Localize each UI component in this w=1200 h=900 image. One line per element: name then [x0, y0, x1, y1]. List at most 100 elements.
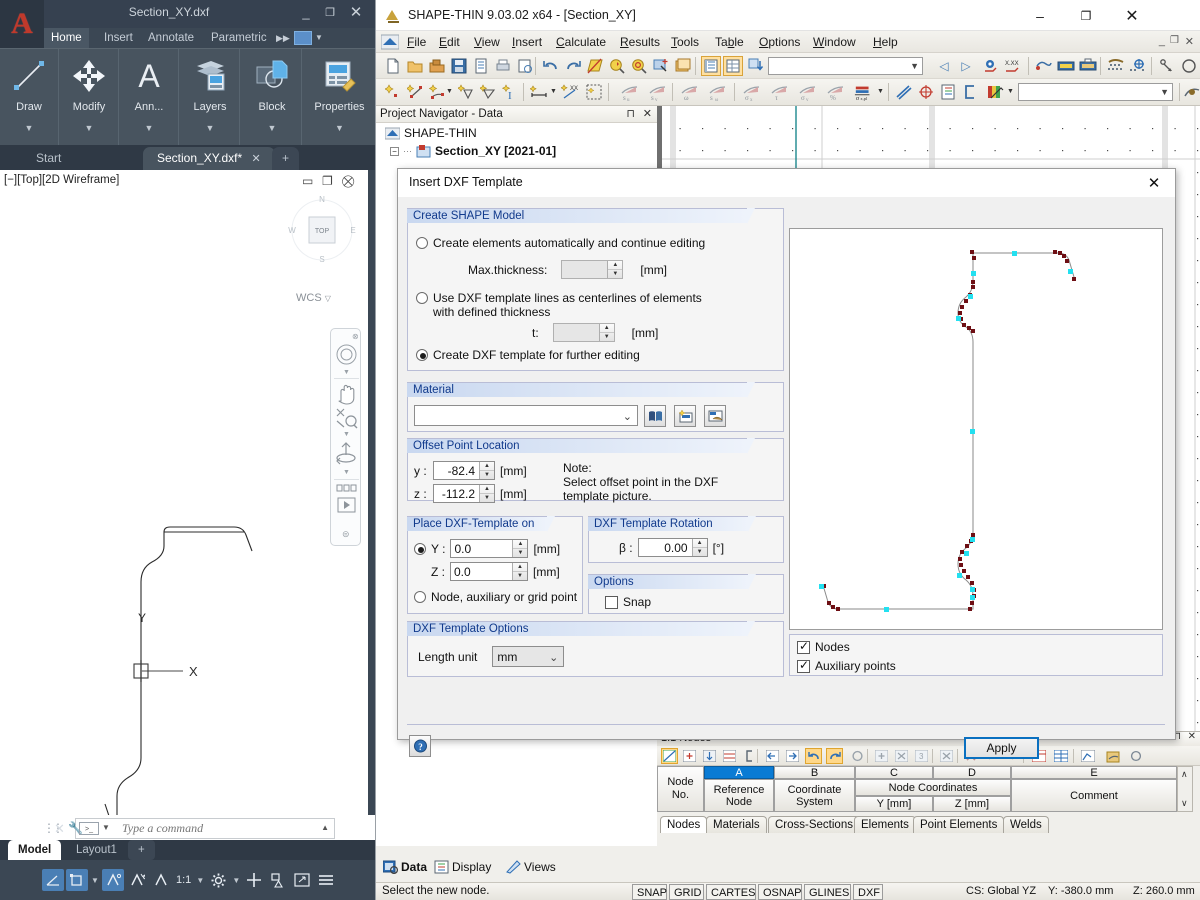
command-dropdown-icon[interactable]: ▼: [102, 823, 110, 832]
place-y-spinner[interactable]: ▲▼: [450, 539, 528, 558]
status-pane-glines[interactable]: GLINES: [804, 884, 851, 900]
place-coordinate-radio[interactable]: [414, 543, 426, 555]
new-window-icon[interactable]: [673, 56, 693, 76]
fullscreen-icon[interactable]: [291, 869, 313, 891]
panel-tab-display[interactable]: Display: [434, 860, 491, 874]
apply-button[interactable]: Apply: [964, 737, 1039, 759]
load-case-combo[interactable]: ▼: [768, 57, 923, 75]
open-project-icon[interactable]: [427, 56, 447, 76]
panel-tab-data[interactable]: Data: [383, 860, 427, 874]
undo-icon[interactable]: [541, 56, 561, 76]
command-prompt-icon[interactable]: >_: [79, 822, 99, 835]
length-unit-chevron-icon[interactable]: ⌄: [549, 651, 558, 664]
max-thickness-input[interactable]: [562, 262, 604, 277]
new-arc-chevron-icon[interactable]: ▼: [446, 88, 453, 95]
preview-auxiliary-row[interactable]: Auxiliary points: [797, 659, 896, 673]
header-comment[interactable]: Comment: [1011, 779, 1177, 812]
isometric-drafting-icon[interactable]: [66, 869, 88, 891]
shapethin-minimize-button[interactable]: –: [1017, 0, 1063, 31]
stress-chevron-icon[interactable]: ▼: [877, 88, 884, 95]
shapethin-maximize-button[interactable]: ❐: [1063, 0, 1109, 31]
autocad-close-button[interactable]: ✕: [346, 4, 366, 22]
header-node-coordinates-group[interactable]: Node Coordinates: [855, 779, 1011, 796]
rotation-beta-spinner[interactable]: ▲▼: [638, 538, 708, 557]
zoom-window-icon[interactable]: [607, 56, 627, 76]
place-z-spin-buttons[interactable]: ▲▼: [512, 563, 527, 580]
table-vertical-scrollbar[interactable]: ∧ ∨: [1177, 766, 1193, 812]
status-pane-cartes[interactable]: CARTES: [706, 884, 756, 900]
table-settings-icon[interactable]: [1104, 748, 1121, 764]
document-tab-close-icon[interactable]: ✕: [252, 153, 261, 165]
table-add-icon[interactable]: [873, 748, 890, 764]
ribbon-panel-properties[interactable]: Properties ▼: [304, 49, 375, 146]
hardware-acceleration-icon[interactable]: [267, 869, 289, 891]
stress-sigma-xpl-icon[interactable]: σx,pl: [854, 82, 874, 102]
more-tools-icon[interactable]: [1179, 56, 1199, 76]
radio-create-dxf-template[interactable]: Create DXF template for further editing: [416, 348, 640, 362]
header-coordinate-z[interactable]: Z [mm]: [933, 796, 1011, 812]
center-of-gravity-icon[interactable]: [916, 82, 936, 102]
panel-expand-layers-icon[interactable]: ▼: [206, 123, 215, 133]
place-y-input[interactable]: [451, 541, 510, 556]
menu-edit[interactable]: Edit: [434, 34, 465, 51]
column-letter-d[interactable]: D: [933, 766, 1011, 779]
max-thickness-spinner[interactable]: ▲▼: [561, 260, 623, 279]
header-coordinate-system[interactable]: Coordinate System: [774, 779, 855, 812]
document-tab-section-xy[interactable]: Section_XY.dxf* ✕: [143, 147, 275, 170]
mdi-close-button[interactable]: ✕: [1185, 35, 1194, 48]
place-y-spin-buttons[interactable]: ▲▼: [512, 540, 527, 557]
display-table-icon[interactable]: [938, 82, 958, 102]
snap-checkbox[interactable]: [605, 596, 618, 609]
radio-create-elements-circle[interactable]: [416, 237, 428, 249]
ribbon-tab-insert[interactable]: Insert: [97, 28, 140, 48]
status-pane-grid[interactable]: GRID: [669, 884, 704, 900]
print-table-icon[interactable]: [1056, 56, 1076, 76]
table-import-icon[interactable]: [701, 748, 718, 764]
column-letter-c[interactable]: C: [855, 766, 933, 779]
print-icon[interactable]: [515, 56, 535, 76]
ribbon-tab-annotate[interactable]: Annotate: [141, 28, 201, 48]
table-tab-welds[interactable]: Welds: [1003, 816, 1049, 833]
navigator-pin-icon[interactable]: ⊓: [626, 107, 635, 120]
autocad-maximize-button[interactable]: ❐: [320, 4, 340, 22]
table-tab-elements[interactable]: Elements: [854, 816, 916, 833]
mesh-grid-icon[interactable]: [1106, 56, 1126, 76]
menu-file[interactable]: FFileile: [402, 34, 431, 51]
command-input[interactable]: [120, 820, 300, 837]
table-prev-icon[interactable]: [764, 748, 781, 764]
menu-tools[interactable]: Tools: [666, 34, 704, 51]
isodraft-chevron-icon[interactable]: ▼: [90, 876, 100, 885]
offset-y-spin-buttons[interactable]: ▲▼: [479, 462, 494, 479]
table-more-icon[interactable]: [1127, 748, 1144, 764]
new-document-tab-button[interactable]: +: [272, 147, 299, 170]
save-icon[interactable]: [449, 56, 469, 76]
header-reference-node[interactable]: Reference Node: [704, 779, 774, 812]
ribbon-panel-layers[interactable]: Layers ▼: [181, 49, 240, 146]
menu-window[interactable]: Window: [808, 34, 861, 51]
material-combo[interactable]: ⌄: [414, 405, 638, 426]
column-letter-b[interactable]: B: [774, 766, 855, 779]
dimension-icon[interactable]: [529, 82, 549, 102]
table-delete-all-icon[interactable]: [938, 748, 955, 764]
new-point-element-icon[interactable]: I: [500, 82, 520, 102]
rotation-beta-spin-buttons[interactable]: ▲▼: [692, 539, 707, 556]
dimension-chevron-icon[interactable]: ▼: [550, 88, 557, 95]
header-coordinate-y[interactable]: Y [mm]: [855, 796, 933, 812]
display-elements-icon[interactable]: [894, 82, 914, 102]
zoom-selection-icon[interactable]: [651, 56, 671, 76]
show-data-tables-icon[interactable]: [701, 56, 721, 76]
ribbon-display-chevron-icon[interactable]: ▼: [315, 33, 323, 42]
mdi-minimize-button[interactable]: _: [1159, 35, 1165, 47]
ribbon-panel-block[interactable]: Block ▼: [243, 49, 302, 146]
offset-z-spinner[interactable]: ▲▼: [433, 484, 495, 503]
print-preview-icon[interactable]: [493, 56, 513, 76]
table-chart-icon[interactable]: [1079, 748, 1096, 764]
autocad-minimize-button[interactable]: _: [296, 4, 316, 22]
table-corner-header[interactable]: Node No.: [657, 766, 704, 812]
panel-expand-modify-icon[interactable]: ▼: [85, 123, 94, 133]
scale-chevron-icon[interactable]: ▼: [195, 876, 205, 885]
show-values-icon[interactable]: X.XX: [1004, 56, 1024, 76]
command-line[interactable]: ⋮⋮ ✕ 🔧 >_ ▼ ▲: [75, 818, 335, 839]
mdi-restore-button[interactable]: ❐: [1170, 35, 1179, 46]
zoom-all-icon[interactable]: [629, 56, 649, 76]
